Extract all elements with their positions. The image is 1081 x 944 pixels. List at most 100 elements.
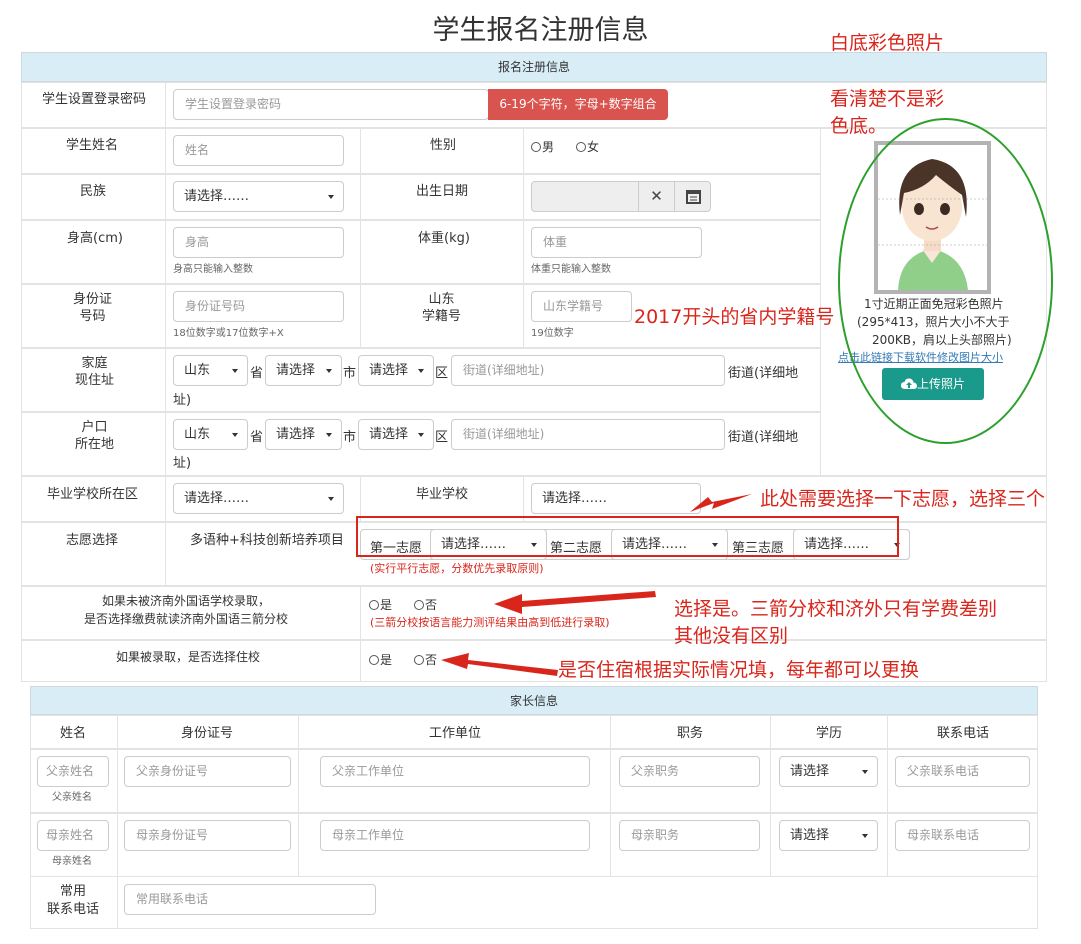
gender-female-label: 女 <box>587 140 600 154</box>
gender-male-radio[interactable]: 男 <box>531 138 554 155</box>
mother-edu-select[interactable]: 请选择 <box>779 820 878 851</box>
tuition-note: (三箭分校按语言能力测评结果由高到低进行录取) <box>370 616 610 629</box>
chevron-down-icon <box>328 497 334 501</box>
home-province-value: 山东 <box>184 363 211 378</box>
idcard-label-line1: 身份证 <box>73 292 113 307</box>
ethnicity-label: 民族 <box>80 184 107 199</box>
idcard-label: 身份证 号码 <box>73 291 112 325</box>
col-header-work: 工作单位 <box>429 726 482 741</box>
father-phone-input[interactable]: 父亲联系电话 <box>895 756 1030 787</box>
home-label-line2: 现住址 <box>75 373 115 388</box>
annotation-tuition-2: 其他没有区别 <box>674 625 789 647</box>
height-label: 身高(cm) <box>67 231 123 246</box>
tuition-yes-label: 是 <box>380 598 393 612</box>
birth-label: 出生日期 <box>416 184 469 199</box>
wish-highlight-box <box>356 516 899 557</box>
annotation-wish: 此处需要选择一下志愿，选择三个 <box>760 488 1046 510</box>
hukou-city-value: 请选择 <box>276 427 316 442</box>
studentno-input[interactable]: 山东学籍号 <box>531 291 632 322</box>
weight-input[interactable]: 体重 <box>531 227 702 258</box>
father-id-input[interactable]: 父亲身份证号 <box>124 756 291 787</box>
home-street-input[interactable]: 街道(详细地址) <box>451 355 725 386</box>
common-phone-label: 常用 联系电话 <box>47 883 99 919</box>
tuition-label-line2: 是否选择缴费就读济南外国语三箭分校 <box>84 612 289 626</box>
father-work-input[interactable]: 父亲工作单位 <box>320 756 590 787</box>
studentno-label-line1: 山东 <box>428 292 455 307</box>
parent-section-header: 家长信息 <box>30 686 1038 715</box>
gradschool-select[interactable]: 请选择…… <box>531 483 701 514</box>
idcard-input[interactable]: 身份证号码 <box>173 291 344 322</box>
home-label-line1: 家庭 <box>81 356 108 371</box>
board-yes-label: 是 <box>380 653 393 667</box>
home-tail2: 址) <box>173 393 192 408</box>
hukou-qu: 区 <box>435 430 449 445</box>
hukou-label: 户口 所在地 <box>75 419 114 453</box>
password-rule-button: 6-19个字符，字母+数字组合 <box>488 89 668 120</box>
section-header: 报名注册信息 <box>21 52 1047 82</box>
password-input[interactable]: 学生设置登录密码 <box>173 89 489 120</box>
hukou-label-line1: 户口 <box>81 420 108 435</box>
tuition-yes-radio[interactable]: 是 <box>369 596 392 613</box>
height-hint: 身高只能输入整数 <box>173 264 253 275</box>
hukou-street-input[interactable]: 街道(详细地址) <box>451 419 725 450</box>
gender-female-radio[interactable]: 女 <box>576 138 599 155</box>
radio-circle <box>414 600 424 610</box>
calendar-button[interactable] <box>674 181 711 212</box>
tuition-no-radio[interactable]: 否 <box>414 596 437 613</box>
weight-label: 体重(kg) <box>418 231 470 246</box>
col-header-id: 身份证号 <box>181 726 234 741</box>
home-qu: 区 <box>435 366 449 381</box>
birth-input[interactable] <box>531 181 639 212</box>
mother-phone-input[interactable]: 母亲联系电话 <box>895 820 1030 851</box>
hukou-province-select[interactable]: 山东 <box>173 419 248 450</box>
gradschool-area-label: 毕业学校所在区 <box>47 487 139 502</box>
wish-note: (实行平行志愿，分数优先录取原则) <box>370 562 544 575</box>
mother-name-input[interactable]: 母亲姓名 <box>37 820 109 851</box>
height-input[interactable]: 身高 <box>173 227 344 258</box>
home-province-select[interactable]: 山东 <box>173 355 248 386</box>
home-shi: 市 <box>343 366 357 381</box>
board-yes-radio[interactable]: 是 <box>369 651 392 668</box>
chevron-down-icon <box>862 834 868 838</box>
gradschool-area-select[interactable]: 请选择…… <box>173 483 344 514</box>
annotation-studentno: 2017开头的省内学籍号 <box>634 306 835 328</box>
tuition-label-line1: 如果未被济南外国语学校录取， <box>102 594 271 608</box>
mother-id-input[interactable]: 母亲身份证号 <box>124 820 291 851</box>
studentno-label: 山东 学籍号 <box>422 291 461 325</box>
clear-date-button[interactable]: ✕ <box>638 181 675 212</box>
father-name-input[interactable]: 父亲姓名 <box>37 756 109 787</box>
gender-label: 性别 <box>430 138 457 153</box>
wish-program: 多语种+科技创新培养项目 <box>190 533 344 548</box>
name-input[interactable]: 姓名 <box>173 135 344 166</box>
board-no-radio[interactable]: 否 <box>414 651 437 668</box>
hukou-province-value: 山东 <box>184 427 211 442</box>
tuition-no-label: 否 <box>425 598 438 612</box>
chevron-down-icon <box>326 433 332 437</box>
hukou-shi: 市 <box>343 430 357 445</box>
annotation-photo-2a: 看清楚不是彩 <box>830 88 945 110</box>
photo-ellipse-annotation <box>838 118 1053 444</box>
hukou-tail2: 址) <box>173 456 192 471</box>
home-tail1: 街道(详细地 <box>728 366 799 381</box>
idcard-hint: 18位数字或17位数字+X <box>173 328 284 339</box>
father-edu-select[interactable]: 请选择 <box>779 756 878 787</box>
mother-work-input[interactable]: 母亲工作单位 <box>320 820 590 851</box>
home-city-select[interactable]: 请选择 <box>265 355 342 386</box>
home-district-select[interactable]: 请选择 <box>358 355 434 386</box>
ethnicity-select[interactable]: 请选择…… <box>173 181 344 212</box>
father-job-input[interactable]: 父亲职务 <box>619 756 760 787</box>
annotation-tuition-1: 选择是。三箭分校和济外只有学费差别 <box>674 598 998 620</box>
mother-job-input[interactable]: 母亲职务 <box>619 820 760 851</box>
common-phone-label-line1: 常用 <box>60 884 87 899</box>
hukou-district-select[interactable]: 请选择 <box>358 419 434 450</box>
chevron-down-icon <box>232 369 238 373</box>
chevron-down-icon <box>418 433 424 437</box>
hukou-tail1: 街道(详细地 <box>728 430 799 445</box>
hukou-city-select[interactable]: 请选择 <box>265 419 342 450</box>
hukou-sheng: 省 <box>250 430 264 445</box>
father-edu-value: 请选择 <box>790 764 830 779</box>
col-header-job: 职务 <box>677 726 704 741</box>
home-district-value: 请选择 <box>369 363 409 378</box>
radio-circle <box>414 655 424 665</box>
common-phone-input[interactable]: 常用联系电话 <box>124 884 376 915</box>
